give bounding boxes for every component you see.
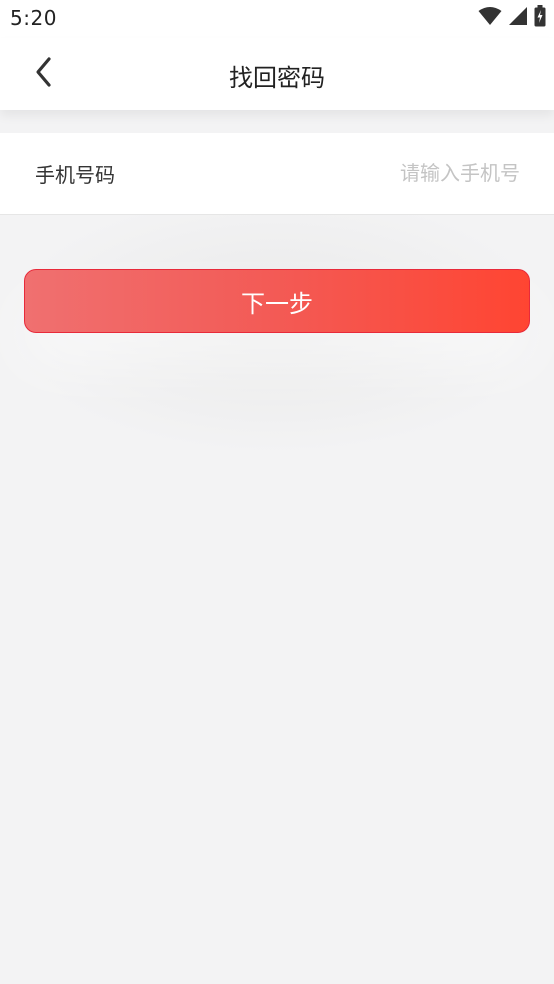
- status-icons: [478, 5, 546, 31]
- phone-input[interactable]: [260, 153, 520, 193]
- signal-icon: [508, 6, 528, 30]
- phone-form-row: 手机号码: [0, 133, 554, 215]
- status-time: 5:20: [10, 6, 57, 30]
- status-bar: 5:20: [0, 0, 554, 38]
- next-step-button[interactable]: 下一步: [24, 269, 530, 333]
- battery-charging-icon: [534, 5, 546, 31]
- background-halo: [0, 215, 554, 455]
- page-title: 找回密码: [229, 64, 325, 92]
- nav-bar: 找回密码: [0, 38, 554, 110]
- wifi-icon: [478, 6, 502, 30]
- phone-label: 手机号码: [35, 163, 115, 187]
